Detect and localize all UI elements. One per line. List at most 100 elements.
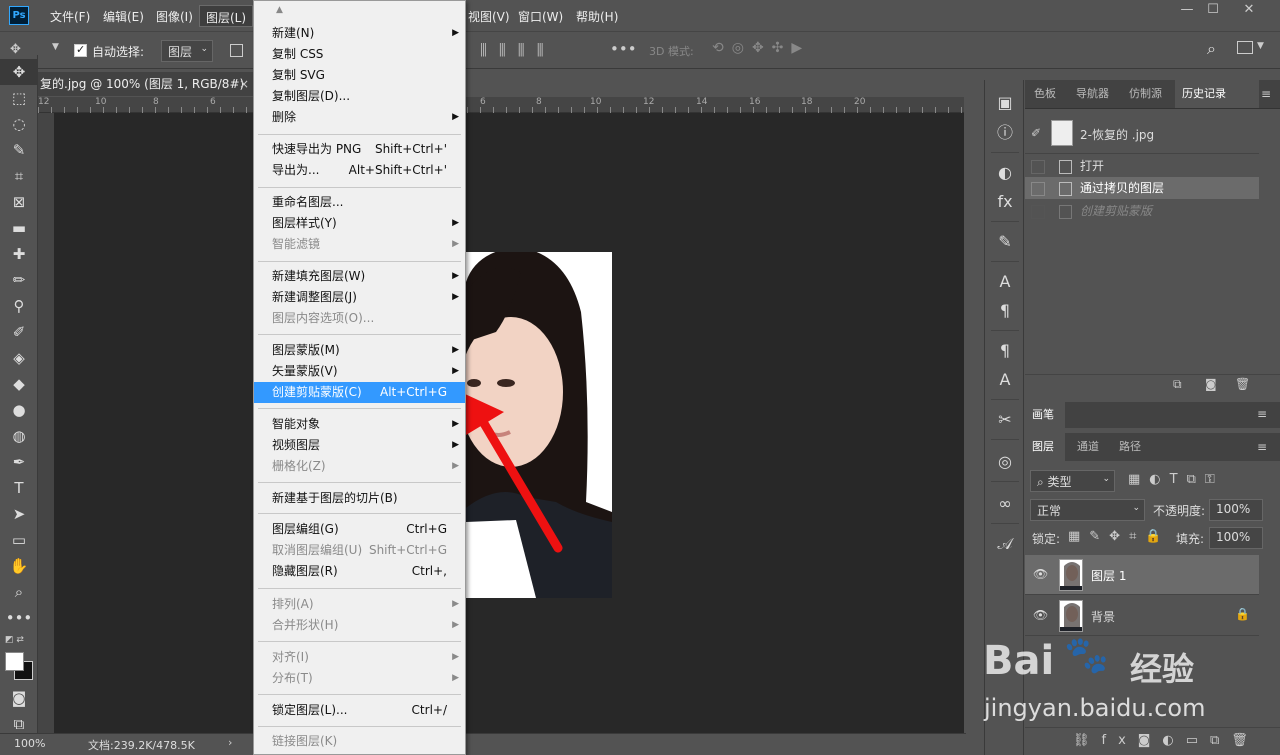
swap-colors-icon[interactable]: ◩ ⇄ <box>5 635 24 645</box>
menu-item[interactable]: 矢量蒙版(V) ▶ <box>254 361 465 382</box>
brush-tool-icon[interactable]: ✏ <box>0 267 38 293</box>
menu-item[interactable]: 创建剪贴蒙版(C) Alt+Ctrl+G <box>254 382 465 403</box>
foreground-color-swatch[interactable] <box>5 652 24 671</box>
tab-brush[interactable]: 画笔 <box>1025 401 1065 429</box>
frame-tool-icon[interactable]: ⊠ <box>0 189 38 215</box>
document-tab[interactable]: 复的.jpg @ 100% (图层 1, RGB/8#) * × <box>38 72 253 115</box>
menu-item[interactable]: 导出为... Alt+Shift+Ctrl+' <box>254 160 465 181</box>
character-panel-icon[interactable]: A <box>985 269 1025 295</box>
fill-input[interactable]: 100% <box>1209 527 1263 549</box>
eye-icon[interactable]: 👁 <box>1033 567 1048 581</box>
info-panel-icon[interactable]: ⓘ <box>985 120 1025 146</box>
layer-filter-dropdown[interactable]: ⌕ 类型 ⌄ <box>1030 470 1115 492</box>
eraser-tool-icon[interactable]: ◈ <box>0 345 38 371</box>
history-step[interactable]: 创建剪贴蒙版 <box>1025 200 1259 222</box>
zoom-tool-icon[interactable]: ⌕ <box>0 579 38 605</box>
panel-menu-icon[interactable]: ≡ <box>1261 87 1271 101</box>
menu-image[interactable]: 图像(I) <box>156 8 193 25</box>
glyphs-panel-icon[interactable]: 𝒜 <box>985 531 1025 557</box>
menu-edit[interactable]: 编辑(E) <box>103 8 144 25</box>
chevron-right-icon[interactable]: › <box>228 736 232 749</box>
history-step[interactable]: 通过拷贝的图层 <box>1025 177 1259 199</box>
tool-presets-icon[interactable]: ✂ <box>985 407 1025 433</box>
tab-clone-source[interactable]: 仿制源 <box>1122 80 1169 108</box>
scroll-up-icon[interactable]: ▲ <box>276 5 283 15</box>
adjustments-panel-icon[interactable]: ◐ <box>985 160 1025 186</box>
more-options-icon[interactable]: ••• <box>610 40 637 58</box>
minimize-button[interactable]: — <box>1176 2 1198 22</box>
menu-window[interactable]: 窗口(W) <box>518 8 563 25</box>
tab-navigator[interactable]: 导航器 <box>1069 80 1116 108</box>
tab-channels[interactable]: 通道 <box>1070 433 1106 461</box>
menu-item[interactable]: 复制 SVG <box>254 65 465 86</box>
layer-row[interactable]: 👁 图层 1 <box>1025 555 1259 595</box>
history-brush-tool-icon[interactable]: ✐ <box>0 319 38 345</box>
styles-panel-icon[interactable]: fx <box>985 189 1025 215</box>
libraries-panel-icon[interactable]: ∞ <box>985 491 1025 517</box>
menu-item[interactable]: 智能对象 ▶ <box>254 414 465 435</box>
tab-layers[interactable]: 图层 <box>1025 433 1065 461</box>
panel-menu-icon[interactable]: ≡ <box>1257 407 1267 421</box>
menu-item[interactable]: 图层编组(G) Ctrl+G <box>254 519 465 540</box>
move-tool-icon[interactable]: ✥ <box>0 59 38 85</box>
learn-panel-icon[interactable]: ◎ <box>985 449 1025 475</box>
menu-item[interactable]: 复制图层(D)... <box>254 86 465 107</box>
chevron-down-icon[interactable]: ▼ <box>1257 41 1264 51</box>
eyedropper-tool-icon[interactable]: ▬ <box>0 215 38 241</box>
zoom-level[interactable]: 100% <box>14 737 45 750</box>
stamp-tool-icon[interactable]: ⚲ <box>0 293 38 319</box>
chevron-down-icon[interactable]: ▼ <box>52 42 59 52</box>
auto-select-dropdown[interactable]: 图层 ⌄ <box>161 40 213 62</box>
menu-item[interactable]: 复制 CSS <box>254 44 465 65</box>
history-step-checkbox[interactable] <box>1031 181 1045 196</box>
history-step[interactable]: 打开 <box>1025 155 1259 177</box>
menu-item[interactable]: 删除 ▶ <box>254 107 465 128</box>
quick-mask-icon[interactable]: ◙ <box>0 685 38 711</box>
quick-select-tool-icon[interactable]: ✎ <box>0 137 38 163</box>
paint-bucket-tool-icon[interactable]: ◆ <box>0 371 38 397</box>
menu-file[interactable]: 文件(F) <box>50 8 90 25</box>
close-tab-icon[interactable]: × <box>239 72 249 96</box>
menu-item[interactable]: 锁定图层(L)... Ctrl+/ <box>254 700 465 721</box>
tab-swatches[interactable]: 色板 <box>1027 80 1063 108</box>
panel-menu-icon[interactable]: ≡ <box>1257 440 1267 454</box>
lock-icons[interactable]: ▦✎✥⌗🔒 <box>1068 529 1171 544</box>
menu-item[interactable]: 新建填充图层(W) ▶ <box>254 266 465 287</box>
crop-tool-icon[interactable]: ⌗ <box>0 163 38 189</box>
menu-item[interactable]: 快速导出为 PNG Shift+Ctrl+' <box>254 139 465 160</box>
menu-item[interactable]: 隐藏图层(R) Ctrl+, <box>254 561 465 582</box>
show-transform-checkbox[interactable] <box>230 44 243 57</box>
menu-item[interactable]: 新建调整图层(J) ▶ <box>254 287 465 308</box>
history-brush-icon[interactable]: ✐ <box>1031 126 1041 140</box>
blend-mode-dropdown[interactable]: 正常 ⌄ <box>1030 499 1145 521</box>
align-icons[interactable]: ⫼⫼⫼⫼ <box>480 41 556 59</box>
paragraph-styles-icon[interactable]: ¶ <box>985 338 1025 364</box>
paragraph-panel-icon[interactable]: ¶ <box>985 298 1025 324</box>
history-step-checkbox[interactable] <box>1031 159 1045 174</box>
menu-item[interactable]: 图层蒙版(M) ▶ <box>254 340 465 361</box>
trash-icon[interactable]: 🗑 <box>1235 377 1250 391</box>
hand-tool-icon[interactable]: ✋ <box>0 553 38 579</box>
menu-help[interactable]: 帮助(H) <box>576 8 618 25</box>
menu-item[interactable]: 新建基于图层的切片(B) <box>254 488 465 509</box>
auto-select-checkbox[interactable] <box>74 43 87 57</box>
layer-filter-icons[interactable]: ▦◐T⧉⚿ <box>1128 472 1224 487</box>
healing-brush-tool-icon[interactable]: ✚ <box>0 241 38 267</box>
brush-settings-icon[interactable]: ✎ <box>985 229 1025 255</box>
tab-paths[interactable]: 路径 <box>1112 433 1148 461</box>
3d-panel-icon[interactable]: ▣ <box>985 90 1025 116</box>
maximize-button[interactable]: ☐ <box>1202 2 1224 22</box>
new-document-icon[interactable]: ⧉ <box>1173 377 1182 392</box>
character-styles-icon[interactable]: A <box>985 367 1025 393</box>
menu-layer[interactable]: 图层(L) <box>199 5 254 27</box>
dodge-tool-icon[interactable]: ◍ <box>0 423 38 449</box>
workspace-icon[interactable] <box>1237 41 1253 54</box>
menu-item[interactable]: 新建(N) ▶ <box>254 23 465 44</box>
history-snapshot[interactable]: ✐ 2-恢复的 .jpg <box>1025 117 1259 151</box>
opacity-input[interactable]: 100% <box>1209 499 1263 521</box>
type-tool-icon[interactable]: T <box>0 475 38 501</box>
blur-tool-icon[interactable]: ● <box>0 397 38 423</box>
camera-icon[interactable]: ◙ <box>1205 377 1217 391</box>
rectangle-tool-icon[interactable]: ▭ <box>0 527 38 553</box>
pen-tool-icon[interactable]: ✒ <box>0 449 38 475</box>
